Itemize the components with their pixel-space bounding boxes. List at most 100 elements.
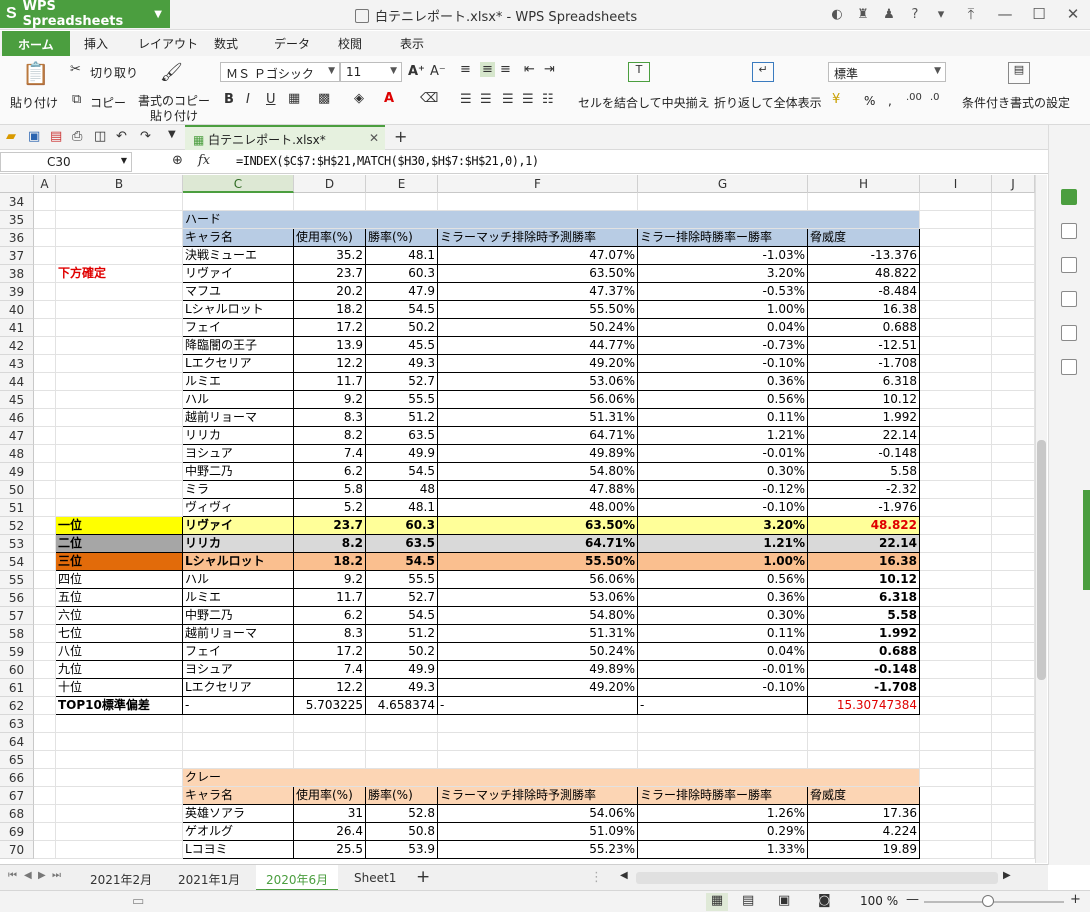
- cell-e[interactable]: 52.7: [366, 589, 438, 607]
- cell-g[interactable]: -0.12%: [638, 481, 808, 499]
- align-bottom-icon[interactable]: ≡: [500, 62, 511, 77]
- empty-cell[interactable]: [920, 499, 992, 517]
- empty-cell[interactable]: [920, 571, 992, 589]
- empty-cell[interactable]: [920, 193, 992, 211]
- shirt-icon[interactable]: ♜: [850, 7, 876, 22]
- cell-f[interactable]: 49.89%: [438, 445, 638, 463]
- empty-cell[interactable]: [56, 823, 183, 841]
- empty-cell[interactable]: [34, 463, 56, 481]
- empty-cell[interactable]: [992, 193, 1035, 211]
- cell-f[interactable]: 47.37%: [438, 283, 638, 301]
- conditional-format-button[interactable]: 条件付き書式の設定: [962, 94, 1070, 111]
- conditional-format-icon[interactable]: ▤: [1008, 62, 1030, 84]
- empty-cell[interactable]: [34, 787, 56, 805]
- sheet-tab-2021-02[interactable]: 2021年2月: [80, 867, 162, 892]
- shape-icon[interactable]: [1061, 257, 1077, 273]
- cell-f[interactable]: 56.06%: [438, 391, 638, 409]
- cell-d[interactable]: 8.2: [294, 535, 366, 553]
- row-header[interactable]: 51: [0, 499, 34, 517]
- empty-cell[interactable]: [56, 319, 183, 337]
- empty-cell[interactable]: [992, 211, 1035, 229]
- cell-c[interactable]: キャラ名: [183, 787, 294, 805]
- row-header[interactable]: 52: [0, 517, 34, 535]
- empty-cell[interactable]: [34, 553, 56, 571]
- empty-cell[interactable]: [56, 211, 183, 229]
- font-size-select[interactable]: 11 ▼: [340, 62, 402, 82]
- cell-d[interactable]: 11.7: [294, 589, 366, 607]
- cell-h[interactable]: 1.992: [808, 409, 920, 427]
- cell-f[interactable]: 48.00%: [438, 499, 638, 517]
- cell-c[interactable]: ハル: [183, 571, 294, 589]
- paste-button[interactable]: 貼り付け: [10, 94, 58, 111]
- empty-cell[interactable]: [34, 283, 56, 301]
- cell-d[interactable]: 23.7: [294, 517, 366, 535]
- cell-g[interactable]: 0.56%: [638, 391, 808, 409]
- empty-cell[interactable]: [920, 463, 992, 481]
- empty-cell[interactable]: [34, 841, 56, 859]
- cell-d[interactable]: 7.4: [294, 445, 366, 463]
- cell-b[interactable]: TOP10標準偏差: [56, 697, 183, 715]
- empty-cell[interactable]: [920, 643, 992, 661]
- merge-center-icon[interactable]: T: [628, 62, 650, 82]
- cell-c[interactable]: ミラ: [183, 481, 294, 499]
- undo-icon[interactable]: ↶: [116, 129, 127, 144]
- row-header[interactable]: 53: [0, 535, 34, 553]
- empty-cell[interactable]: [438, 733, 638, 751]
- cell-h[interactable]: 48.822: [808, 517, 920, 535]
- cell-e[interactable]: 4.658374: [366, 697, 438, 715]
- cell-c[interactable]: ヴィヴィ: [183, 499, 294, 517]
- document-search-icon[interactable]: [1061, 325, 1077, 341]
- empty-cell[interactable]: [34, 769, 56, 787]
- close-icon[interactable]: ✕: [369, 131, 379, 145]
- cell-d[interactable]: 25.5: [294, 841, 366, 859]
- empty-cell[interactable]: [992, 751, 1035, 769]
- cell-e[interactable]: 54.5: [366, 463, 438, 481]
- cell-f[interactable]: 63.50%: [438, 265, 638, 283]
- empty-cell[interactable]: [920, 229, 992, 247]
- sheet-tab-2020-06[interactable]: 2020年6月: [256, 865, 339, 891]
- empty-cell[interactable]: [366, 193, 438, 211]
- cell-e[interactable]: 63.5: [366, 535, 438, 553]
- cell-e[interactable]: 60.3: [366, 265, 438, 283]
- app-menu-button[interactable]: S WPS Spreadsheets ▼: [0, 0, 170, 29]
- empty-cell[interactable]: [34, 823, 56, 841]
- empty-cell[interactable]: [920, 841, 992, 859]
- cell-e[interactable]: 48: [366, 481, 438, 499]
- cell-h[interactable]: -1.976: [808, 499, 920, 517]
- empty-cell[interactable]: [992, 571, 1035, 589]
- empty-cell[interactable]: [366, 751, 438, 769]
- empty-cell[interactable]: [34, 679, 56, 697]
- column-header-j[interactable]: J: [992, 175, 1035, 193]
- empty-cell[interactable]: [34, 625, 56, 643]
- cell-c[interactable]: 越前リョーマ: [183, 409, 294, 427]
- sheet-tab-sheet1[interactable]: Sheet1: [344, 867, 406, 889]
- empty-cell[interactable]: [992, 283, 1035, 301]
- empty-cell[interactable]: [34, 193, 56, 211]
- border-icon[interactable]: ▦: [288, 91, 300, 106]
- cell-e[interactable]: 51.2: [366, 409, 438, 427]
- cell-h[interactable]: 0.688: [808, 643, 920, 661]
- empty-cell[interactable]: [992, 841, 1035, 859]
- zoom-formula-icon[interactable]: ⊕: [172, 153, 183, 168]
- document-tab[interactable]: ▦ 白テニレポート.xlsx* ✕: [185, 125, 385, 150]
- preview-icon[interactable]: ◫: [94, 129, 106, 144]
- cell-b[interactable]: 十位: [56, 679, 183, 697]
- cell-h[interactable]: 脅威度: [808, 229, 920, 247]
- cell-h[interactable]: 5.58: [808, 607, 920, 625]
- empty-cell[interactable]: [920, 391, 992, 409]
- row-header[interactable]: 70: [0, 841, 34, 859]
- empty-cell[interactable]: [56, 247, 183, 265]
- cell-g[interactable]: -1.03%: [638, 247, 808, 265]
- cell-h[interactable]: -0.148: [808, 661, 920, 679]
- empty-cell[interactable]: [920, 301, 992, 319]
- tab-home[interactable]: ホーム: [2, 31, 70, 56]
- prev-sheet-icon[interactable]: ◀: [24, 870, 32, 881]
- empty-cell[interactable]: [992, 301, 1035, 319]
- empty-cell[interactable]: [56, 355, 183, 373]
- row-header[interactable]: 64: [0, 733, 34, 751]
- cell-e[interactable]: 49.3: [366, 679, 438, 697]
- empty-cell[interactable]: [920, 373, 992, 391]
- row-header[interactable]: 46: [0, 409, 34, 427]
- minimize-button[interactable]: —: [988, 5, 1022, 23]
- cell-h[interactable]: 16.38: [808, 301, 920, 319]
